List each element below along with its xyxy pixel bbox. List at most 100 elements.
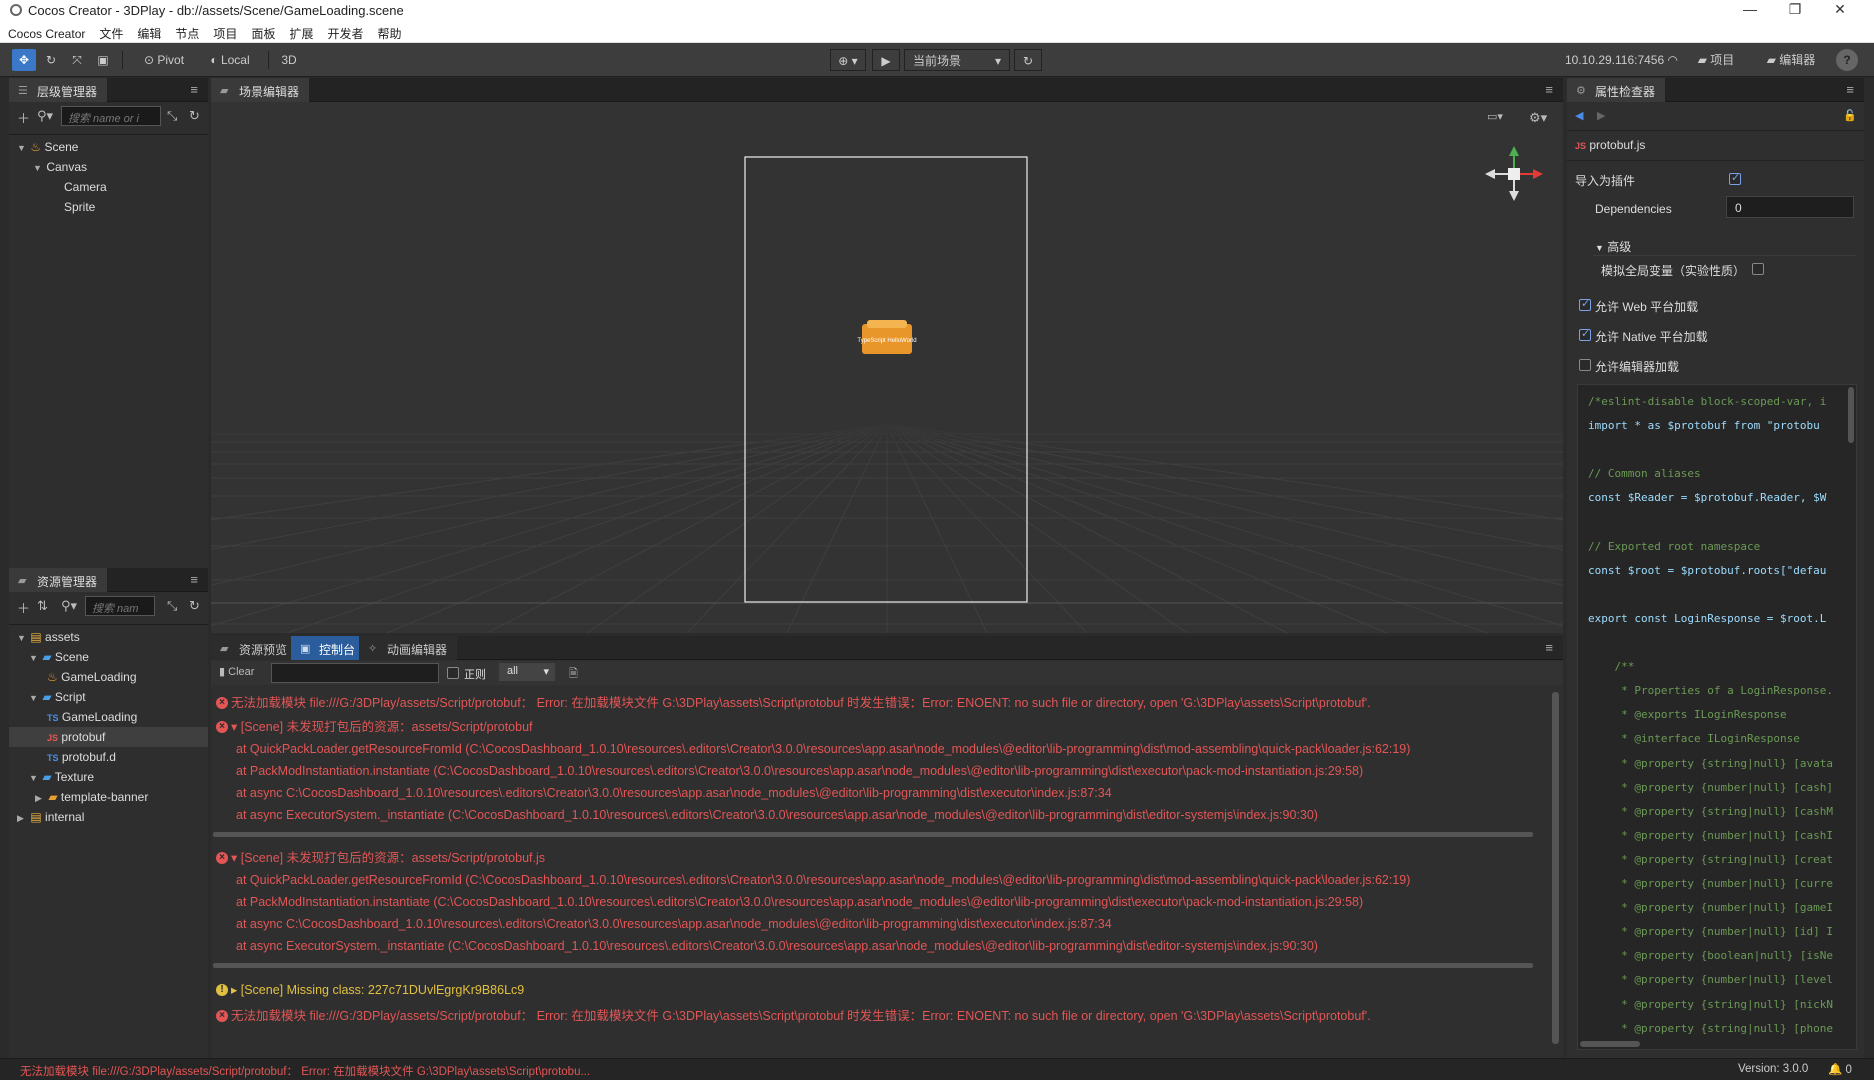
rect-tool-icon[interactable]: ▣ [92,49,114,71]
menu-cocos-creator[interactable]: Cocos Creator [0,24,91,41]
minimize-button[interactable]: — [1730,1,1770,17]
close-button[interactable]: ✕ [1820,1,1860,18]
menu-panel[interactable]: 面板 [243,22,281,42]
asset-item-internal[interactable]: ▶ ▤ internal [9,807,208,827]
asset-item-template-banner[interactable]: ▶ ▰ template-banner [9,787,208,807]
tab-animation-editor[interactable]: ✧ 动画编辑器 [359,636,458,660]
maximize-button[interactable]: ❐ [1775,1,1815,18]
expand-arrow-icon[interactable]: ▼ [17,138,27,158]
log-entry[interactable]: × 无法加载模块 file:///G:/3DPlay/assets/Script/… [211,690,1549,716]
open-log-file-icon[interactable]: 🗎 [569,665,578,684]
code-preview[interactable]: /*eslint-disable block-scoped-var, i impo… [1577,384,1857,1050]
expand-arrow-icon[interactable]: ▼ [29,648,39,668]
collapse-arrow-icon[interactable]: ▶ [35,788,45,808]
play-button[interactable]: ▶ [872,49,900,71]
asset-item-protobuf-d-ts[interactable]: TS protobuf.d [9,747,208,767]
asset-item-assets[interactable]: ▼ ▤ assets [9,627,208,647]
tree-item-sprite[interactable]: Sprite [9,197,208,217]
console-filter-input[interactable] [271,663,439,683]
expand-arrow-icon[interactable]: ▼ [29,688,39,708]
clear-button[interactable]: ▮ Clear [219,665,254,678]
back-arrow-icon[interactable]: ◀ [1575,109,1583,122]
refresh-icon[interactable]: ↻ [189,108,200,124]
collapse-arrow-icon[interactable]: ▸ [231,983,241,997]
log-scrollbar[interactable] [213,963,1533,968]
sort-icon[interactable]: ⇅ [37,598,48,614]
scene-select[interactable]: 当前场景 ▾ [904,49,1010,71]
asset-item-script-folder[interactable]: ▼ ▰ Script [9,687,208,707]
status-message[interactable]: 无法加载模块 file:///G:/3DPlay/assets/Script/p… [20,1063,590,1079]
tree-item-camera[interactable]: Camera [9,177,208,197]
asset-item-gameloading-scene[interactable]: ♨ GameLoading [9,667,208,687]
tab-inspector[interactable]: ⚙ 属性检查器 [1567,78,1666,102]
panel-menu-icon[interactable]: ≡ [1545,82,1553,97]
import-as-plugin-checkbox[interactable] [1729,171,1741,185]
pivot-toggle[interactable]: ⊙ Pivot [134,49,194,71]
scale-tool-icon[interactable]: ⤧ [66,49,88,71]
tab-assets[interactable]: ▰ 资源管理器 [9,568,108,592]
sprite-node[interactable]: TypeScript HelloWorld [857,320,917,354]
editor-button[interactable]: ▰ 编辑器 [1760,49,1822,71]
dependencies-input[interactable]: 0 [1726,196,1854,218]
menu-edit[interactable]: 编辑 [129,22,167,42]
expand-arrow-icon[interactable]: ▼ [17,628,27,648]
menu-extension[interactable]: 扩展 [281,22,319,42]
panel-menu-icon[interactable]: ≡ [190,82,198,97]
collapse-arrow-icon[interactable]: ▶ [17,808,27,828]
console-scrollbar[interactable] [1552,692,1559,1044]
log-scrollbar[interactable] [213,832,1533,837]
tree-item-canvas[interactable]: ▼ Canvas [9,157,208,177]
hierarchy-search-input[interactable]: 搜索 name or i [61,106,161,126]
panel-menu-icon[interactable]: ≡ [1545,640,1553,655]
collapse-icon[interactable]: ⤡ [167,108,177,124]
regex-checkbox[interactable] [447,667,459,679]
code-hscrollbar[interactable] [1580,1041,1640,1047]
allow-editor-checkbox[interactable] [1579,359,1591,371]
tab-scene-editor[interactable]: ▰ 场景编辑器 [211,78,310,102]
move-tool-icon[interactable]: ✥ [12,49,36,71]
asset-item-texture-folder[interactable]: ▼ ▰ Texture [9,767,208,787]
project-button[interactable]: ▰ 项目 [1690,49,1742,71]
simulate-global-checkbox[interactable] [1752,263,1764,275]
tab-console[interactable]: ▣ 控制台 [291,636,366,660]
asset-item-gameloading-ts[interactable]: TS GameLoading [9,707,208,727]
tab-asset-preview[interactable]: ▰ 资源预览 [211,636,298,660]
mode-3d-toggle[interactable]: 3D [276,49,302,71]
add-icon[interactable]: ＋ [17,108,30,127]
refresh-button[interactable]: ↻ [1014,49,1042,71]
code-scrollbar[interactable] [1848,387,1854,443]
assets-search-input[interactable]: 搜索 nam [85,596,155,616]
rotate-tool-icon[interactable]: ↻ [40,49,62,71]
add-icon[interactable]: ＋ [17,598,30,617]
menu-node[interactable]: 节点 [167,22,205,42]
scene-viewport[interactable]: TypeScript HelloWorld [211,134,1563,633]
panel-menu-icon[interactable]: ≡ [190,572,198,587]
notifications-button[interactable]: 🔔 0 [1828,1062,1852,1076]
expand-arrow-icon[interactable]: ▼ [33,158,43,178]
lock-icon[interactable]: 🔓 [1843,109,1857,122]
menu-file[interactable]: 文件 [91,22,129,42]
help-button[interactable]: ? [1836,49,1858,71]
allow-web-checkbox[interactable] [1579,297,1591,311]
log-entry-warning[interactable]: ! ▸ [Scene] Missing class: 227c71DUvlEgrg… [211,977,1549,1003]
gear-icon[interactable]: ⚙▾ [1529,110,1547,126]
tree-item-scene[interactable]: ▼ ♨ Scene [9,137,208,157]
allow-native-checkbox[interactable] [1579,327,1591,341]
forward-arrow-icon[interactable]: ▶ [1597,109,1605,122]
view-gizmo-icon[interactable] [1485,146,1543,201]
collapse-icon[interactable]: ⤡ [167,598,177,614]
log-level-select[interactable]: all ▾ [499,663,555,681]
expand-arrow-icon[interactable]: ▾ [231,720,241,734]
menu-help[interactable]: 帮助 [369,22,407,42]
asset-item-protobuf-js[interactable]: JS protobuf [9,727,208,747]
advanced-section-toggle[interactable]: ▼ 高级 [1595,238,1631,255]
local-toggle[interactable]: ◐ Local [200,49,260,71]
asset-item-scene-folder[interactable]: ▼ ▰ Scene [9,647,208,667]
search-icon[interactable]: ⚲▾ [61,598,77,614]
expand-arrow-icon[interactable]: ▾ [231,851,241,865]
panel-menu-icon[interactable]: ≡ [1846,82,1854,97]
preview-address[interactable]: 10.10.29.116:7456 ◠ [1548,49,1678,71]
tab-hierarchy[interactable]: ☰ 层级管理器 [9,78,108,102]
search-icon[interactable]: ⚲▾ [37,108,53,124]
refresh-icon[interactable]: ↻ [189,598,200,614]
